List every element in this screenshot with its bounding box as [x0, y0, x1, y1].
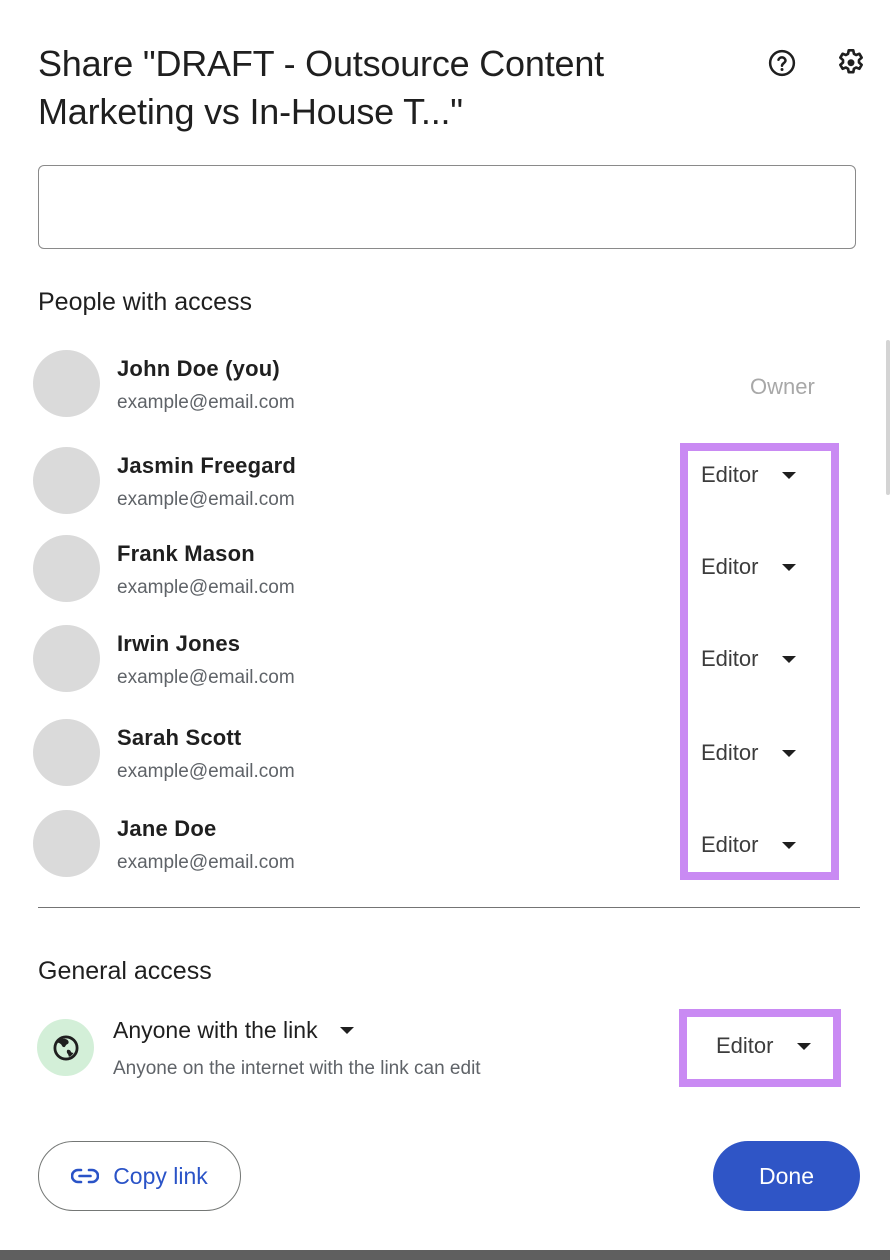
role-dropdown[interactable]: Editor: [701, 740, 797, 766]
caret-down-icon: [782, 749, 797, 757]
avatar: [33, 350, 100, 417]
role-dropdown[interactable]: Editor: [701, 832, 797, 858]
dialog-backdrop: [0, 1250, 890, 1260]
caret-down-icon: [797, 1042, 812, 1050]
caret-down-icon: [782, 471, 797, 479]
person-row: Sarah Scott example@email.com Editor: [0, 719, 860, 789]
caret-down-icon: [782, 841, 797, 849]
role-label: Editor: [701, 832, 759, 857]
person-row: Jasmin Freegard example@email.com Editor: [0, 447, 860, 517]
role-dropdown[interactable]: Editor: [701, 646, 797, 672]
person-name: John Doe (you): [117, 356, 280, 381]
general-access-scope-dropdown[interactable]: Anyone with the link: [113, 1017, 354, 1044]
person-name: Jasmin Freegard: [117, 453, 297, 478]
access-scope-label: Anyone with the link: [113, 1017, 318, 1043]
scrollbar[interactable]: [886, 340, 890, 495]
role-label: Editor: [701, 740, 759, 765]
share-dialog: Share "DRAFT - Outsource Content Marketi…: [0, 0, 890, 1250]
role-label: Editor: [701, 646, 759, 671]
person-row: Irwin Jones example@email.com Editor: [0, 625, 860, 695]
person-name: Irwin Jones: [117, 631, 241, 656]
person-name: Sarah Scott: [117, 725, 242, 750]
role-label: Editor: [716, 1033, 774, 1058]
divider: [38, 907, 860, 908]
copy-link-label: Copy link: [113, 1162, 208, 1189]
done-button[interactable]: Done: [713, 1141, 860, 1211]
general-access-heading: General access: [38, 957, 212, 985]
people-with-access-heading: People with access: [38, 288, 253, 316]
caret-down-icon: [339, 1027, 354, 1034]
role-label: Editor: [701, 554, 759, 579]
help-icon[interactable]: [765, 46, 799, 80]
person-email: example@email.com: [117, 761, 295, 782]
person-email: example@email.com: [117, 577, 295, 598]
person-row: Frank Mason example@email.com Editor: [0, 535, 860, 605]
role-dropdown[interactable]: Editor: [701, 554, 797, 580]
role-dropdown[interactable]: Editor: [701, 462, 797, 488]
copy-link-button[interactable]: Copy link: [38, 1141, 241, 1211]
avatar: [33, 535, 100, 602]
person-row: Jane Doe example@email.com Editor: [0, 810, 860, 880]
owner-role-label: Owner: [750, 374, 815, 399]
person-email: example@email.com: [117, 392, 295, 413]
person-name: Jane Doe: [117, 816, 217, 841]
caret-down-icon: [782, 563, 797, 571]
globe-icon: [37, 1019, 94, 1076]
caret-down-icon: [782, 655, 797, 663]
person-row: John Doe (you) example@email.com Owner: [0, 350, 860, 420]
gear-icon[interactable]: [834, 46, 868, 80]
link-icon: [70, 1163, 100, 1190]
person-name: Frank Mason: [117, 541, 255, 566]
person-email: example@email.com: [117, 489, 295, 510]
avatar: [33, 447, 100, 514]
role-label: Editor: [701, 462, 759, 487]
general-access-description: Anyone on the internet with the link can…: [113, 1058, 481, 1079]
person-email: example@email.com: [117, 667, 295, 688]
person-email: example@email.com: [117, 852, 295, 873]
avatar: [33, 810, 100, 877]
general-access-role-dropdown[interactable]: Editor: [716, 1033, 812, 1059]
dialog-title: Share "DRAFT - Outsource Content Marketi…: [38, 43, 604, 132]
add-people-input[interactable]: [38, 165, 856, 249]
avatar: [33, 625, 100, 692]
avatar: [33, 719, 100, 786]
